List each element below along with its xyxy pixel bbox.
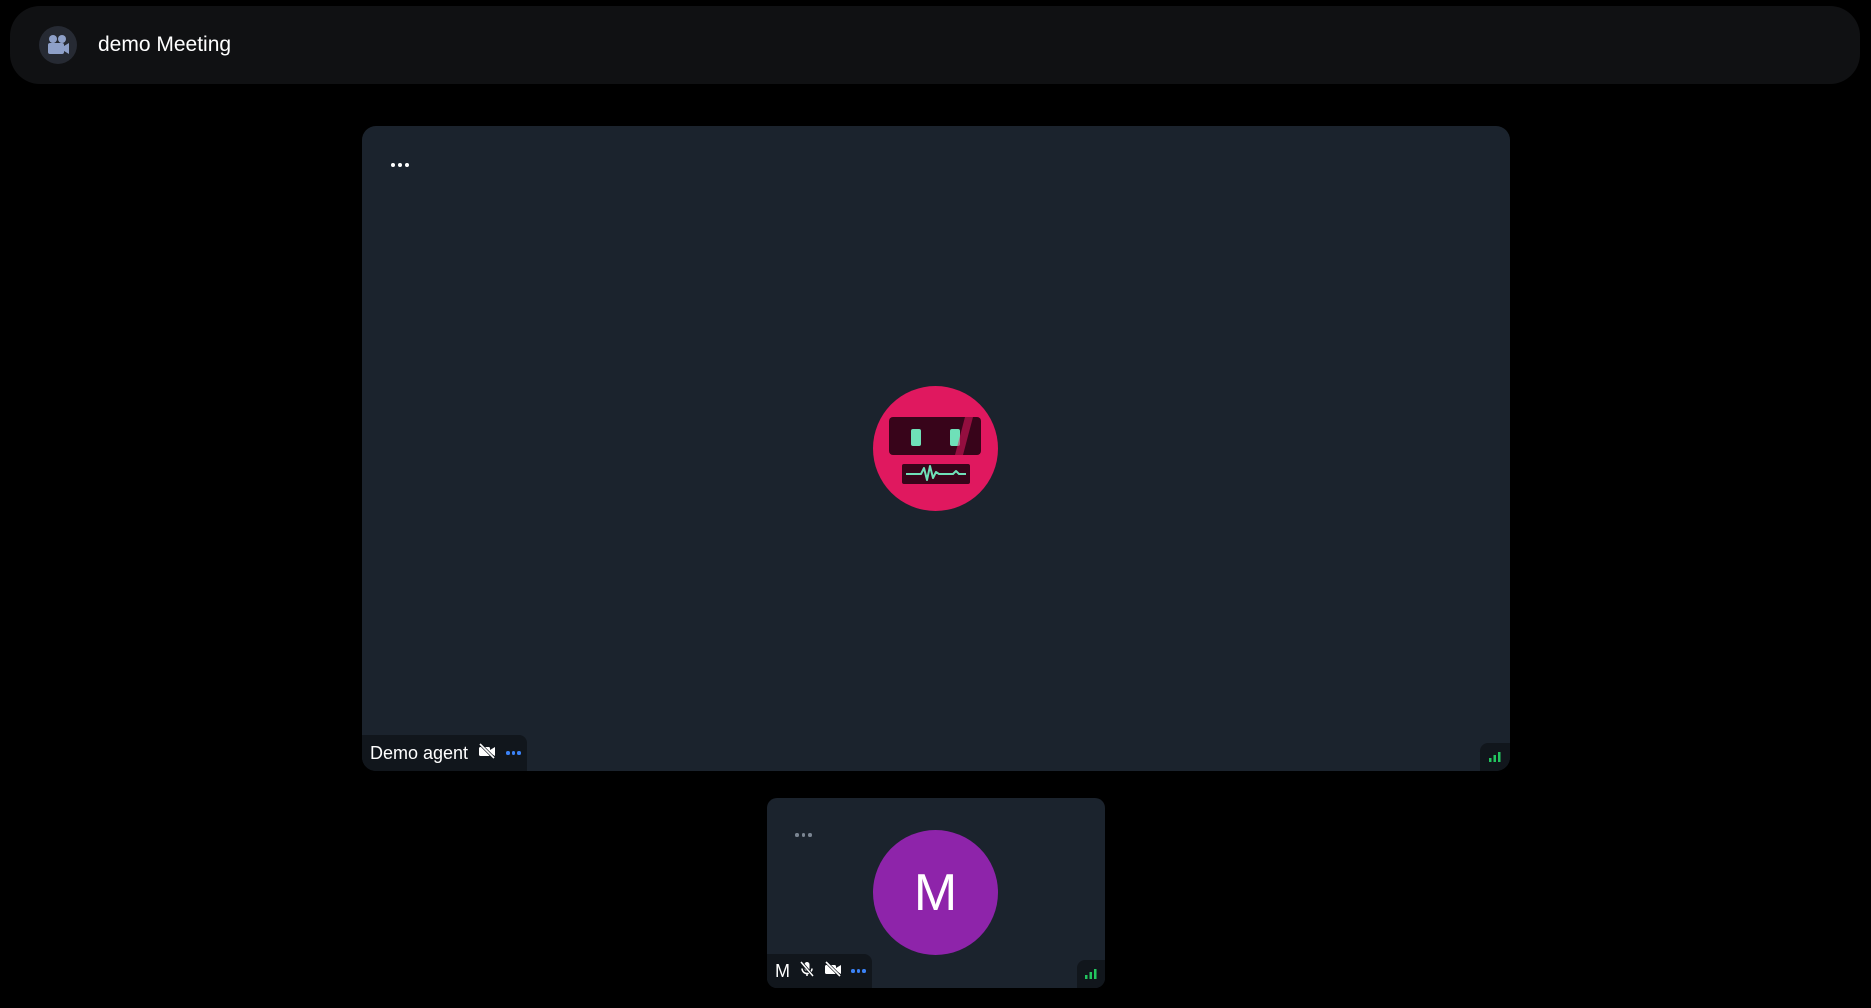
participant-options-button[interactable]	[506, 751, 521, 755]
meeting-header: demo Meeting	[10, 6, 1860, 84]
tile-options-button[interactable]	[793, 830, 814, 840]
participant-name: Demo agent	[370, 742, 469, 763]
camera-off-icon	[824, 960, 842, 982]
self-participant-tile[interactable]: M M	[767, 798, 1105, 988]
robot-avatar-icon	[873, 386, 998, 511]
video-camera-icon	[39, 26, 77, 64]
signal-strength-icon	[1480, 743, 1510, 771]
participant-name-bar: Demo agent	[362, 735, 527, 771]
avatar: M	[873, 830, 998, 955]
mic-off-icon	[799, 960, 815, 982]
participant-name: M	[775, 960, 790, 981]
tile-options-button[interactable]	[389, 159, 411, 171]
participant-options-button[interactable]	[851, 969, 866, 973]
participant-name-bar: M	[767, 954, 872, 988]
meeting-app: demo Meeting Demo agent M M	[0, 0, 1871, 1008]
signal-strength-icon	[1077, 960, 1105, 988]
main-participant-tile[interactable]: Demo agent	[362, 126, 1510, 771]
meeting-title: demo Meeting	[98, 33, 232, 56]
camera-off-icon	[478, 742, 496, 764]
